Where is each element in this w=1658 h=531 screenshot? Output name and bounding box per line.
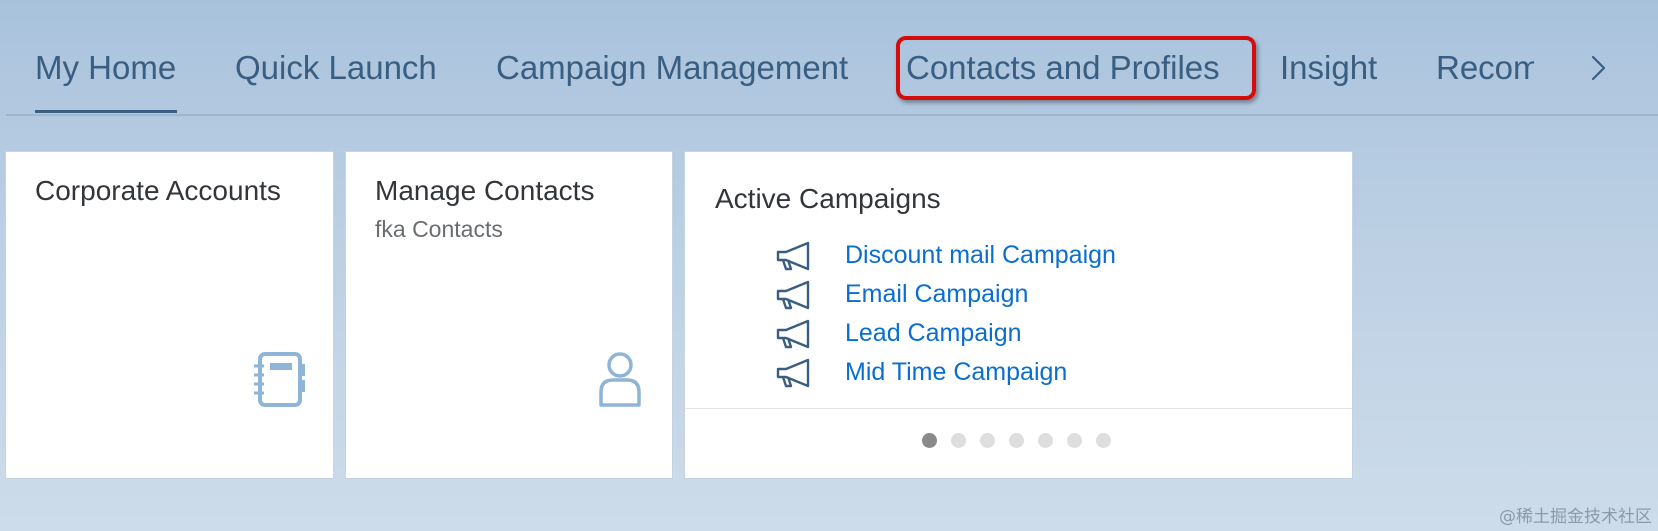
carousel-page-dot[interactable] (1038, 433, 1053, 448)
tab-contacts-and-profiles[interactable]: Contacts and Profiles (906, 48, 1220, 88)
campaign-link-label[interactable]: Discount mail Campaign (845, 241, 1116, 270)
tile-title: Manage Contacts (375, 175, 595, 206)
tab-recommendations[interactable]: Recom (1436, 48, 1534, 88)
carousel-page-dot[interactable] (922, 433, 937, 448)
campaign-link-lead[interactable]: Lead Campaign (775, 314, 1116, 353)
selected-tab-indicator (35, 110, 177, 113)
watermark: @稀土掘金技术社区 (1499, 507, 1652, 527)
person-icon (599, 352, 641, 407)
tile-title: Active Campaigns (715, 183, 941, 214)
tab-campaign-management[interactable]: Campaign Management (496, 48, 848, 88)
campaign-list: Discount mail Campaign Email Campaign Le… (775, 236, 1116, 392)
tab-bar-divider (6, 114, 1658, 116)
tab-insight[interactable]: Insight (1280, 48, 1377, 88)
tile-active-campaigns[interactable]: Active Campaigns Discount mail Campaign … (684, 151, 1353, 479)
campaign-link-label[interactable]: Email Campaign (845, 280, 1028, 309)
tab-my-home[interactable]: My Home (35, 48, 176, 88)
carousel-page-dot[interactable] (1096, 433, 1111, 448)
campaign-link-mid-time[interactable]: Mid Time Campaign (775, 353, 1116, 392)
address-book-icon (254, 352, 305, 407)
tab-quick-launch[interactable]: Quick Launch (235, 48, 437, 88)
tile-title: Corporate Accounts (35, 175, 281, 206)
tile-footer-divider (685, 408, 1352, 409)
tile-manage-contacts[interactable]: Manage Contacts fka Contacts (345, 151, 673, 479)
campaign-link-email[interactable]: Email Campaign (775, 275, 1116, 314)
megaphone-icon (776, 280, 810, 309)
tile-subtitle: fka Contacts (375, 216, 503, 242)
tab-scroll-right-button[interactable] (1580, 50, 1616, 86)
megaphone-icon (776, 319, 810, 348)
campaign-link-discount-mail[interactable]: Discount mail Campaign (775, 236, 1116, 275)
carousel-page-dot[interactable] (1009, 433, 1024, 448)
chevron-right-icon (1591, 55, 1606, 81)
carousel-page-dot[interactable] (980, 433, 995, 448)
campaign-link-label[interactable]: Lead Campaign (845, 319, 1022, 348)
campaign-link-label[interactable]: Mid Time Campaign (845, 358, 1067, 387)
carousel-page-dot[interactable] (951, 433, 966, 448)
tile-corporate-accounts[interactable]: Corporate Accounts (5, 151, 334, 479)
carousel-page-dot[interactable] (1067, 433, 1082, 448)
megaphone-icon (776, 358, 810, 387)
megaphone-icon (776, 241, 810, 270)
tab-bar: My Home Quick Launch Campaign Management… (0, 0, 1658, 116)
carousel-pager (922, 433, 1125, 448)
